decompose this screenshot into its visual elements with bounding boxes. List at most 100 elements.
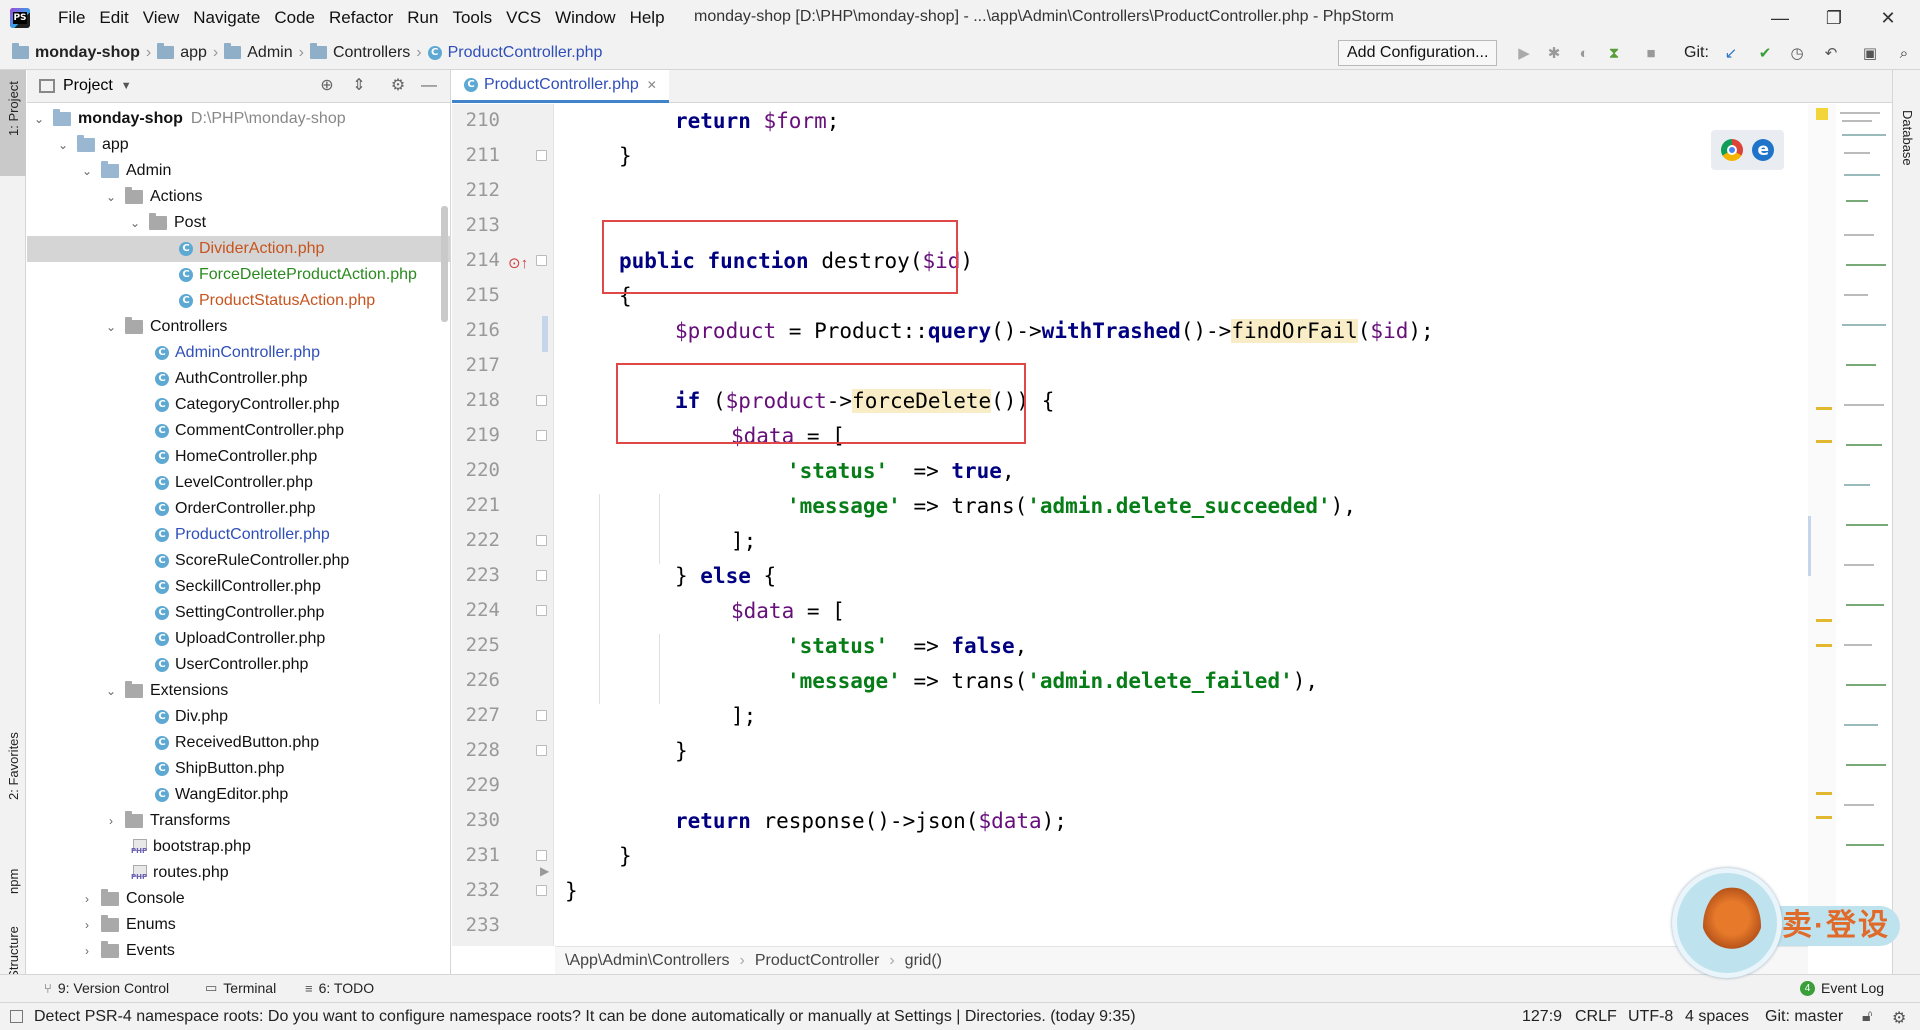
collapse-all-icon[interactable]: ⇕ bbox=[350, 78, 368, 94]
tree-item-console[interactable]: › Console bbox=[27, 886, 450, 912]
chevron-right-icon[interactable]: › bbox=[79, 918, 95, 932]
code-minimap[interactable] bbox=[1836, 104, 1892, 946]
file-encoding[interactable]: UTF-8 bbox=[1628, 1008, 1673, 1026]
edge-icon[interactable]: e bbox=[1752, 139, 1775, 161]
tree-item-monday-shop[interactable]: ⌄ monday-shop D:\PHP\monday-shop bbox=[27, 106, 450, 132]
tree-item-div[interactable]: C Div.php bbox=[27, 704, 450, 730]
tool-tab-version-control[interactable]: ⑂ 9: Version Control bbox=[44, 980, 169, 996]
chevron-down-icon[interactable]: ⌄ bbox=[127, 216, 143, 230]
project-scrollbar[interactable] bbox=[441, 206, 448, 322]
profile-icon[interactable]: ⧗ bbox=[1605, 45, 1623, 63]
stop-icon[interactable]: ■ bbox=[1642, 45, 1660, 63]
menu-window[interactable]: Window bbox=[555, 8, 615, 28]
layout-icon[interactable]: ▣ bbox=[1861, 45, 1879, 63]
tree-item-categorycontroller[interactable]: C CategoryController.php bbox=[27, 392, 450, 418]
tree-item-seckillcontroller[interactable]: C SeckillController.php bbox=[27, 574, 450, 600]
chevron-right-icon[interactable]: › bbox=[79, 892, 95, 906]
chevron-down-icon[interactable]: ⌄ bbox=[103, 684, 119, 698]
git-branch[interactable]: Git: master bbox=[1765, 1008, 1843, 1026]
chevron-down-icon[interactable]: ⌄ bbox=[103, 190, 119, 204]
tool-tab-terminal[interactable]: ▭ Terminal bbox=[205, 980, 276, 996]
breadcrumb-file[interactable]: C ProductController.php bbox=[427, 44, 602, 62]
tree-item-divideraction[interactable]: C DividerAction.php bbox=[27, 236, 450, 262]
crumb-method[interactable]: grid() bbox=[905, 952, 942, 970]
vcs-update-icon[interactable]: ↙ bbox=[1722, 45, 1740, 63]
status-toggle-icon[interactable] bbox=[10, 1010, 23, 1023]
override-gutter-icon[interactable]: ⊙↑ bbox=[508, 254, 528, 272]
warning-stripe[interactable] bbox=[1816, 407, 1832, 410]
fold-marker-icon[interactable] bbox=[536, 850, 547, 861]
tree-item-ordercontroller[interactable]: C OrderController.php bbox=[27, 496, 450, 522]
tree-item-authcontroller[interactable]: C AuthController.php bbox=[27, 366, 450, 392]
tree-item-admincontroller[interactable]: C AdminController.php bbox=[27, 340, 450, 366]
tree-item-events[interactable]: › Events bbox=[27, 938, 450, 964]
fold-marker-icon[interactable] bbox=[536, 605, 547, 616]
menu-edit[interactable]: Edit bbox=[99, 8, 128, 28]
line-separator[interactable]: CRLF bbox=[1575, 1008, 1617, 1026]
warning-indicator-icon[interactable] bbox=[1816, 108, 1828, 120]
crumb-namespace[interactable]: \App\Admin\Controllers bbox=[565, 952, 730, 970]
fold-marker-icon[interactable] bbox=[536, 395, 547, 406]
chevron-right-icon[interactable]: › bbox=[103, 814, 119, 828]
tool-tab-npm[interactable]: npm bbox=[0, 850, 26, 900]
minimize-button[interactable]: — bbox=[1768, 6, 1792, 30]
debug-icon[interactable]: ✱ bbox=[1545, 45, 1563, 63]
status-message[interactable]: Detect PSR-4 namespace roots: Do you wan… bbox=[34, 1008, 1136, 1026]
error-stripe[interactable] bbox=[1808, 104, 1836, 946]
tree-item-transforms[interactable]: › Transforms bbox=[27, 808, 450, 834]
scroll-thumb[interactable] bbox=[1808, 516, 1811, 576]
tree-item-post[interactable]: ⌄ Post bbox=[27, 210, 450, 236]
tree-item-homecontroller[interactable]: C HomeController.php bbox=[27, 444, 450, 470]
tool-tab-favorites[interactable]: 2: Favorites bbox=[0, 670, 26, 810]
menu-tools[interactable]: Tools bbox=[452, 8, 492, 28]
breadcrumb-app[interactable]: app bbox=[157, 43, 207, 62]
warning-stripe[interactable] bbox=[1816, 619, 1832, 622]
fold-marker-icon[interactable] bbox=[536, 535, 547, 546]
tree-item-routes[interactable]: routes.php bbox=[27, 860, 450, 886]
menu-vcs[interactable]: VCS bbox=[506, 8, 541, 28]
project-view-selector[interactable]: Project bbox=[63, 77, 113, 95]
tree-item-commentcontroller[interactable]: C CommentController.php bbox=[27, 418, 450, 444]
tree-item-enums[interactable]: › Enums bbox=[27, 912, 450, 938]
hide-icon[interactable]: — bbox=[420, 78, 438, 94]
tree-item-productstatusaction[interactable]: C ProductStatusAction.php bbox=[27, 288, 450, 314]
tree-item-levelcontroller[interactable]: C LevelController.php bbox=[27, 470, 450, 496]
tree-item-actions[interactable]: ⌄ Actions bbox=[27, 184, 450, 210]
menu-refactor[interactable]: Refactor bbox=[329, 8, 393, 28]
tree-item-settingcontroller[interactable]: C SettingController.php bbox=[27, 600, 450, 626]
tool-tab-todo[interactable]: ≡ 6: TODO bbox=[305, 980, 374, 996]
chevron-right-icon[interactable]: › bbox=[79, 944, 95, 958]
chevron-down-icon[interactable]: ⌄ bbox=[31, 112, 47, 126]
fold-marker-icon[interactable] bbox=[536, 710, 547, 721]
warning-stripe[interactable] bbox=[1816, 816, 1832, 819]
tree-item-scorerulecontroller[interactable]: C ScoreRuleController.php bbox=[27, 548, 450, 574]
add-configuration-button[interactable]: Add Configuration... bbox=[1338, 40, 1498, 66]
chevron-down-icon[interactable]: ▼ bbox=[121, 80, 132, 92]
tree-item-forcedeleteproductaction[interactable]: C ForceDeleteProductAction.php bbox=[27, 262, 450, 288]
tree-item-uploadcontroller[interactable]: C UploadController.php bbox=[27, 626, 450, 652]
tree-item-receivedbutton[interactable]: C ReceivedButton.php bbox=[27, 730, 450, 756]
tool-tab-database[interactable]: Database bbox=[1900, 110, 1915, 166]
coverage-icon[interactable]: ◐ bbox=[1575, 45, 1593, 63]
menu-code[interactable]: Code bbox=[274, 8, 315, 28]
fold-marker-icon[interactable] bbox=[536, 430, 547, 441]
indent-setting[interactable]: 4 spaces bbox=[1685, 1008, 1749, 1026]
breadcrumb-project[interactable]: monday-shop bbox=[12, 43, 140, 62]
fold-marker-icon[interactable] bbox=[536, 885, 547, 896]
tree-item-admin[interactable]: ⌄ Admin bbox=[27, 158, 450, 184]
search-icon[interactable]: ⌕ bbox=[1895, 45, 1913, 63]
gear-icon[interactable]: ⚙ bbox=[389, 78, 407, 94]
history-icon[interactable]: ◷ bbox=[1788, 45, 1806, 63]
tool-tab-project[interactable]: 1: Project bbox=[0, 70, 26, 176]
menu-file[interactable]: File bbox=[58, 8, 85, 28]
chevron-down-icon[interactable]: ⌄ bbox=[79, 164, 95, 178]
chevron-down-icon[interactable]: ⌄ bbox=[103, 320, 119, 334]
fold-marker-icon[interactable] bbox=[536, 745, 547, 756]
run-icon[interactable]: ▶ bbox=[1515, 45, 1533, 63]
caret-position[interactable]: 127:9 bbox=[1522, 1008, 1562, 1026]
tree-item-productcontroller[interactable]: C ProductController.php bbox=[27, 522, 450, 548]
vcs-commit-icon[interactable]: ✔ bbox=[1756, 45, 1774, 63]
locate-icon[interactable]: ⊕ bbox=[318, 78, 336, 94]
warning-stripe[interactable] bbox=[1816, 792, 1832, 795]
fold-marker-icon[interactable] bbox=[536, 255, 547, 266]
